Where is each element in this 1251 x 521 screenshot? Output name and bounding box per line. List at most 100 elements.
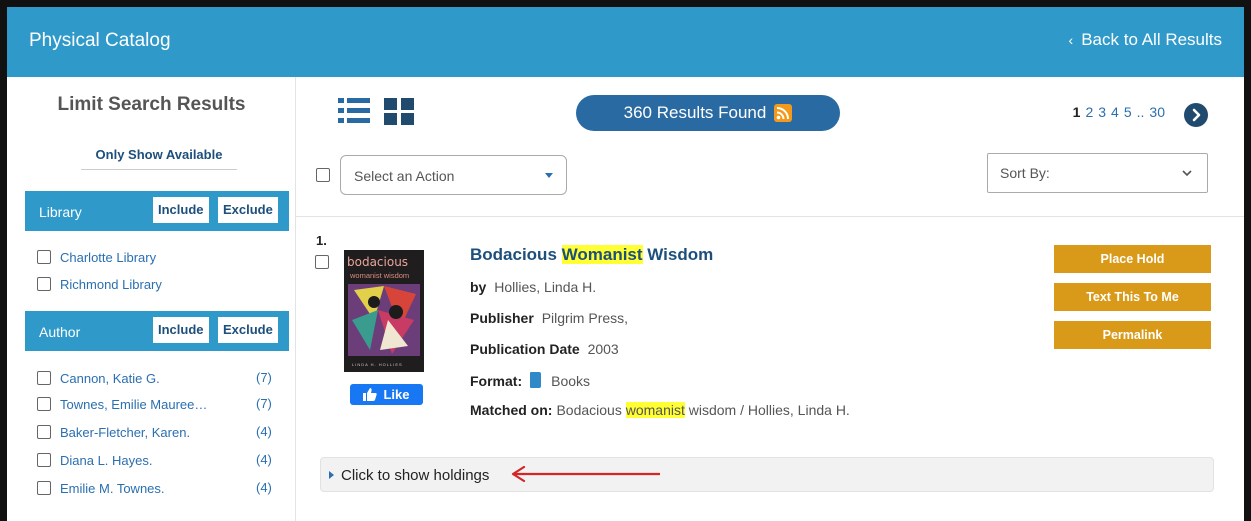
pubdate-label: Publication Date <box>470 341 580 357</box>
chevron-right-icon <box>1192 108 1201 122</box>
only-show-available-link[interactable]: Only Show Available <box>81 147 237 170</box>
pagination: 1 2 3 4 5 .. 30 <box>1073 104 1165 120</box>
page-ellipsis: .. <box>1136 104 1145 120</box>
record-title-link[interactable]: Bodacious Womanist Wisdom <box>470 245 713 265</box>
format-label: Format: <box>470 373 523 389</box>
header-bar: Physical Catalog ‹ Back to All Results <box>7 7 1244 77</box>
include-button[interactable]: Include <box>153 197 209 223</box>
facet-item-charlotte[interactable]: Charlotte Library <box>37 248 156 266</box>
facet-label: Library <box>39 204 82 220</box>
facet-item-author[interactable]: Cannon, Katie G. <box>37 369 160 387</box>
record-number: 1. <box>316 233 327 248</box>
exclude-button[interactable]: Exclude <box>218 197 278 223</box>
matched-text: Bodacious <box>556 402 626 418</box>
caret-down-icon <box>545 173 553 178</box>
page-link[interactable]: 5 <box>1124 104 1132 120</box>
select-all-checkbox[interactable] <box>316 168 330 182</box>
record-pubdate-line: Publication Date 2003 <box>470 341 619 357</box>
facet-item-label: Baker-Fletcher, Karen. <box>60 424 191 440</box>
book-cover[interactable]: bodacious womanist wisdom LINDA H. HOLLI… <box>344 250 424 372</box>
book-icon <box>530 372 542 388</box>
facet-count: (4) <box>256 452 272 467</box>
facet-item-author[interactable]: Baker-Fletcher, Karen. <box>37 423 190 441</box>
publisher-label: Publisher <box>470 310 534 326</box>
record-author-line: by Hollies, Linda H. <box>470 279 596 295</box>
record-format-line: Format: Books <box>470 372 590 389</box>
caret-right-icon <box>329 471 334 479</box>
facet-item-label: Emilie M. Townes. <box>60 480 165 496</box>
sidebar: Limit Search Results Only Show Available… <box>7 77 296 521</box>
checkbox[interactable] <box>37 397 51 411</box>
facet-item-author[interactable]: Diana L. Hayes. <box>37 451 153 469</box>
page-link[interactable]: 30 <box>1149 104 1165 120</box>
page-link[interactable]: 4 <box>1111 104 1119 120</box>
title-text: Wisdom <box>642 245 714 264</box>
publisher-value: Pilgrim Press, <box>541 310 629 326</box>
place-hold-button[interactable]: Place Hold <box>1054 245 1211 273</box>
facet-header-author: Author Include Exclude <box>25 311 289 351</box>
holdings-toggle-label: Click to show holdings <box>341 467 490 484</box>
facet-item-label: Richmond Library <box>60 276 162 292</box>
checkbox[interactable] <box>37 481 51 495</box>
action-select[interactable]: Select an Action <box>340 155 567 195</box>
page-title: Physical Catalog <box>29 30 171 51</box>
results-panel: 360 Results Found 1 2 3 4 5 .. 30 Select… <box>296 77 1244 521</box>
record-checkbox[interactable] <box>315 255 329 269</box>
facet-header-library: Library Include Exclude <box>25 191 289 231</box>
results-count-badge: 360 Results Found <box>576 95 840 131</box>
cover-author: LINDA H. HOLLIES <box>352 362 403 367</box>
page-current: 1 <box>1072 104 1081 120</box>
pubdate-value: 2003 <box>587 341 619 357</box>
facet-item-author[interactable]: Townes, Emilie Mauree… <box>37 395 207 413</box>
text-this-to-me-button[interactable]: Text This To Me <box>1054 283 1211 311</box>
thumbs-up-icon <box>363 388 378 401</box>
include-button[interactable]: Include <box>153 317 209 343</box>
matched-highlight: womanist <box>625 402 685 418</box>
format-value: Books <box>551 373 591 389</box>
action-select-value: Select an Action <box>354 168 455 184</box>
facet-item-richmond[interactable]: Richmond Library <box>37 275 162 293</box>
facet-item-label: Cannon, Katie G. <box>60 370 160 386</box>
checkbox[interactable] <box>37 277 51 291</box>
facet-count: (7) <box>256 396 272 411</box>
facet-item-label: Diana L. Hayes. <box>60 452 153 468</box>
divider <box>296 216 1244 217</box>
exclude-button[interactable]: Exclude <box>218 317 278 343</box>
record-matched-line: Matched on: Bodacious womanist wisdom / H… <box>470 402 850 418</box>
facet-item-label: Townes, Emilie Mauree… <box>60 396 208 412</box>
view-toggle <box>338 96 414 126</box>
facet-count: (4) <box>256 424 272 439</box>
checkbox[interactable] <box>37 453 51 467</box>
matched-label: Matched on: <box>470 402 553 418</box>
page-link[interactable]: 2 <box>1085 104 1093 120</box>
author-label: by <box>470 279 487 295</box>
record-publisher-line: Publisher Pilgrim Press, <box>470 310 628 326</box>
facet-item-label: Charlotte Library <box>60 249 157 265</box>
matched-text: wisdom / Hollies, Linda H. <box>684 402 850 418</box>
facet-count: (4) <box>256 480 272 495</box>
checkbox[interactable] <box>37 250 51 264</box>
sidebar-title: Limit Search Results <box>57 94 246 115</box>
checkbox[interactable] <box>37 371 51 385</box>
title-text: Bodacious <box>470 245 562 264</box>
chevron-down-icon <box>1182 170 1192 177</box>
back-to-results-link[interactable]: ‹ Back to All Results <box>1069 30 1222 50</box>
page-link[interactable]: 3 <box>1098 104 1106 120</box>
like-button[interactable]: Like <box>350 384 423 405</box>
permalink-button[interactable]: Permalink <box>1054 321 1211 349</box>
chevron-left-icon: ‹ <box>1068 32 1074 48</box>
facet-label: Author <box>39 324 81 340</box>
list-view-icon[interactable] <box>338 96 370 126</box>
facet-item-author[interactable]: Emilie M. Townes. <box>37 479 165 497</box>
results-count: 360 Results Found <box>623 103 767 122</box>
checkbox[interactable] <box>37 425 51 439</box>
back-link-label: Back to All Results <box>1081 30 1222 49</box>
sort-select[interactable]: Sort By: <box>987 153 1208 193</box>
annotation-arrow-icon <box>511 466 660 482</box>
holdings-toggle[interactable]: Click to show holdings <box>320 457 1214 492</box>
next-page-button[interactable] <box>1184 103 1208 127</box>
grid-view-icon[interactable] <box>384 96 414 126</box>
cover-artwork <box>344 284 424 372</box>
title-highlight: Womanist <box>561 245 643 264</box>
rss-icon[interactable] <box>774 104 793 122</box>
